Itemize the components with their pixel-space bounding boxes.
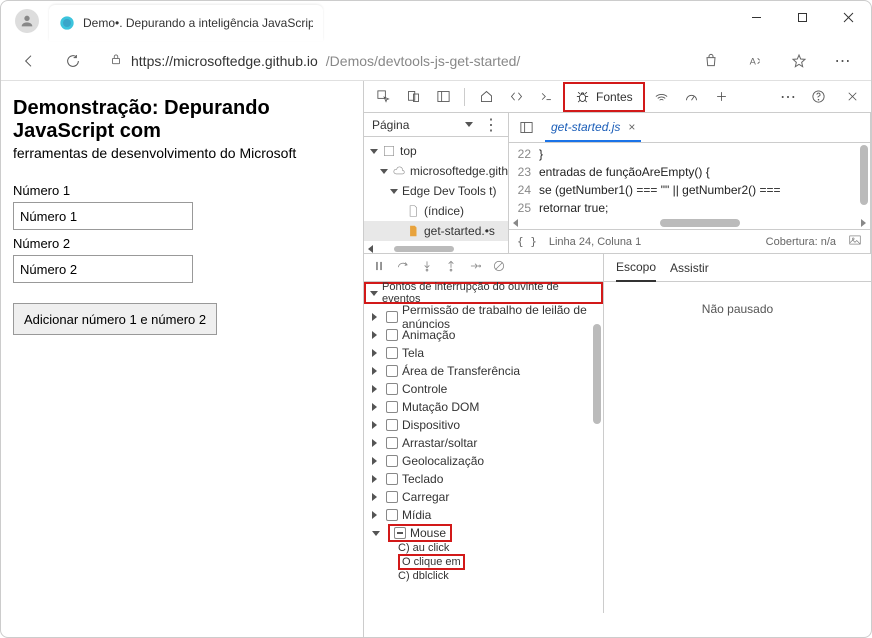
bp-mouse-dblclick[interactable]: C) dblclick <box>364 570 603 582</box>
network-tab-icon[interactable] <box>649 84 675 110</box>
tab-title: Demo•. Depurando a inteligência JavaScri… <box>83 16 313 30</box>
input-number1[interactable] <box>13 202 193 230</box>
label-number2: Número 2 <box>13 236 351 251</box>
bp-cat[interactable]: Arrastar/soltar <box>364 434 603 452</box>
devtools-menu-button[interactable]: ⋯ <box>780 87 797 107</box>
chevron-down-icon[interactable] <box>465 122 473 127</box>
close-tab-icon[interactable]: × <box>628 120 635 134</box>
url-path: /Demos/devtools-js-get-started/ <box>326 53 521 69</box>
bp-cat[interactable]: Geolocalização <box>364 452 603 470</box>
help-icon[interactable] <box>805 84 831 110</box>
tree-top[interactable]: top <box>364 141 508 161</box>
debugger-toolbar <box>364 254 603 282</box>
bp-cat[interactable]: Área de Transferência <box>364 362 603 380</box>
refresh-button[interactable] <box>57 45 89 77</box>
file-tree: top microsoftedge.githu Edge Dev Tools t… <box>364 137 508 245</box>
nav-menu-button[interactable]: ⋮ <box>483 115 500 135</box>
page-subheading: ferramentas de desenvolvimento do Micros… <box>13 145 351 161</box>
shopping-icon[interactable] <box>695 45 727 77</box>
elements-tab-icon[interactable] <box>503 84 529 110</box>
input-number2[interactable] <box>13 255 193 283</box>
sidebar-icon[interactable] <box>430 84 456 110</box>
maximize-button[interactable] <box>779 1 825 33</box>
address-bar[interactable]: https://microsoftedge.github.io/Demos/de… <box>101 52 683 69</box>
bp-mouse-auxclick[interactable]: C) au click <box>364 542 603 554</box>
pretty-print-icon[interactable]: { } <box>517 235 537 248</box>
devtools-close-icon[interactable] <box>839 84 865 110</box>
bug-icon <box>575 89 590 104</box>
devtools-panel: Fontes ⋯ Página ⋮ top <box>363 81 871 637</box>
browser-tab[interactable]: Demo•. Depurando a inteligência JavaScri… <box>49 5 323 41</box>
code-editor[interactable]: 22} 23entradas de funçãoAreEmpty() { 24 … <box>509 143 870 217</box>
demo-page: Demonstração: Depurando JavaScript com f… <box>1 81 363 637</box>
welcome-tab-icon[interactable] <box>473 84 499 110</box>
image-icon[interactable] <box>848 233 862 250</box>
tree-index[interactable]: (índice) <box>364 201 508 221</box>
cursor-position: Linha 24, Coluna 1 <box>549 236 641 248</box>
lock-icon <box>109 52 123 69</box>
inspect-icon[interactable] <box>370 84 396 110</box>
step-out-icon[interactable] <box>444 259 458 276</box>
not-paused-message: Não pausado <box>604 282 871 613</box>
editor-tab[interactable]: get-started.js× <box>545 114 641 142</box>
editor-scrollbar-v[interactable] <box>858 143 870 217</box>
page-heading: Demonstração: Depurando JavaScript com <box>13 97 351 143</box>
editor-sidebar-icon[interactable] <box>513 115 539 141</box>
profile-avatar[interactable] <box>15 9 39 33</box>
tree-folder[interactable]: Edge Dev Tools t) <box>364 181 508 201</box>
event-listener-breakpoints-header[interactable]: Pontos de interrupção do ouvinte de even… <box>364 282 603 304</box>
back-button[interactable] <box>13 45 45 77</box>
nav-pane-label: Página <box>372 118 409 132</box>
watch-tab[interactable]: Assistir <box>670 261 709 275</box>
bp-scrollbar[interactable] <box>591 304 603 613</box>
url-host: https://microsoftedge.github.io <box>131 53 318 69</box>
nav-scrollbar[interactable] <box>364 245 508 253</box>
add-tab-icon[interactable] <box>709 84 735 110</box>
label-number1: Número 1 <box>13 183 351 198</box>
bp-cat[interactable]: Mutação DOM <box>364 398 603 416</box>
minimize-button[interactable] <box>733 1 779 33</box>
add-button[interactable]: Adicionar número 1 e número 2 <box>13 303 217 335</box>
bp-cat-mouse[interactable]: Mouse <box>364 524 603 542</box>
bp-mouse-click[interactable]: O clique em <box>364 554 603 570</box>
bp-cat[interactable]: Dispositivo <box>364 416 603 434</box>
browser-menu-button[interactable]: ⋯ <box>827 45 859 77</box>
bp-cat[interactable]: Tela <box>364 344 603 362</box>
performance-tab-icon[interactable] <box>679 84 705 110</box>
breakpoint-categories: Permissão de trabalho de leilão de anúnc… <box>364 304 603 613</box>
bp-cat[interactable]: Carregar <box>364 488 603 506</box>
favorite-icon[interactable] <box>783 45 815 77</box>
sources-tab[interactable]: Fontes <box>563 82 645 112</box>
bp-cat[interactable]: Controle <box>364 380 603 398</box>
tree-file-js[interactable]: get-started.•s <box>364 221 508 241</box>
close-button[interactable] <box>825 1 871 33</box>
tree-domain[interactable]: microsoftedge.githu <box>364 161 508 181</box>
step-into-icon[interactable] <box>420 259 434 276</box>
bp-cat[interactable]: Mídia <box>364 506 603 524</box>
coverage-status: Cobertura: n/a <box>766 236 836 248</box>
scope-tab[interactable]: Escopo <box>616 254 656 282</box>
svg-text:A: A <box>750 56 757 66</box>
step-over-icon[interactable] <box>396 259 410 276</box>
bp-cat[interactable]: Teclado <box>364 470 603 488</box>
sources-tab-label: Fontes <box>596 90 633 104</box>
read-aloud-icon[interactable]: A <box>739 45 771 77</box>
step-icon[interactable] <box>468 259 482 276</box>
device-toggle-icon[interactable] <box>400 84 426 110</box>
deactivate-breakpoints-icon[interactable] <box>492 259 506 276</box>
pause-button[interactable] <box>372 259 386 276</box>
edge-icon <box>59 15 75 31</box>
bp-cat[interactable]: Permissão de trabalho de leilão de anúnc… <box>364 308 603 326</box>
editor-scrollbar-h[interactable] <box>509 217 870 229</box>
console-tab-icon[interactable] <box>533 84 559 110</box>
